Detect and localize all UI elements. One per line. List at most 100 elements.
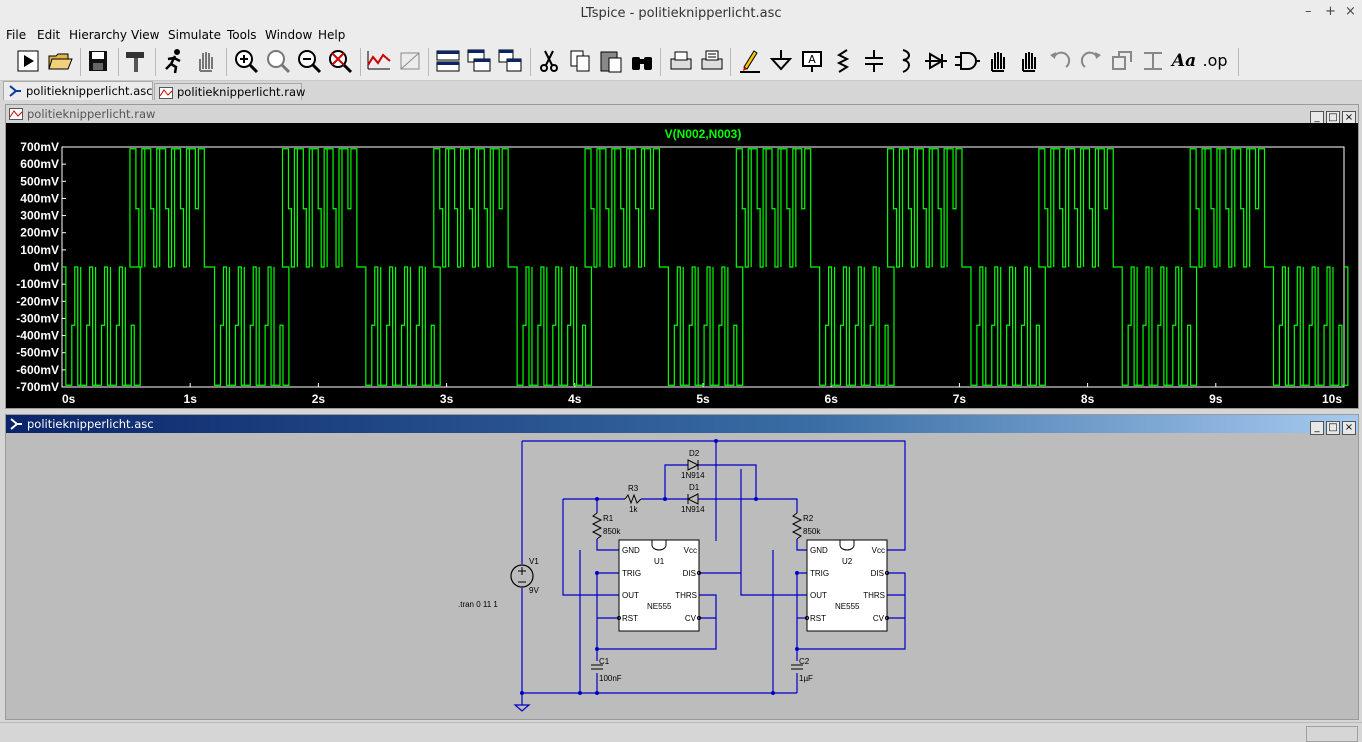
hammer-icon[interactable] xyxy=(122,47,150,75)
menu-edit[interactable]: Edit xyxy=(37,28,60,42)
x-tick-label: 6s xyxy=(825,392,839,406)
ground-symbol[interactable] xyxy=(513,704,531,712)
schematic-window-title: politieknipperlicht.asc xyxy=(27,417,154,431)
y-tick-label: 200mV xyxy=(20,226,59,240)
cascade-icon[interactable] xyxy=(465,47,493,75)
schematic-canvas[interactable]: V1 9V R1 850k R2 850k R3 1k D1 1N914 D2 … xyxy=(6,433,1358,719)
u1-pin-dis: DIS xyxy=(683,569,696,578)
paste-icon[interactable] xyxy=(597,47,625,75)
pan-hand-icon[interactable] xyxy=(192,47,220,75)
close-icon[interactable]: × xyxy=(1345,4,1356,19)
ground-icon[interactable] xyxy=(767,47,795,75)
menu-simulate[interactable]: Simulate xyxy=(168,28,221,42)
measure-icon[interactable] xyxy=(396,47,424,75)
schematic-icon xyxy=(9,85,21,97)
u2-pin-thrs: THRS xyxy=(863,591,885,600)
resistor-r2[interactable] xyxy=(791,512,803,540)
minimize-icon[interactable]: – xyxy=(1305,4,1312,19)
diode-d2[interactable] xyxy=(687,459,700,471)
u1-pin-gnd: GND xyxy=(622,546,640,555)
r3-value: 1k xyxy=(629,505,638,514)
move-icon[interactable] xyxy=(984,47,1012,75)
schematic-window[interactable]: politieknipperlicht.asc _ □ × V1 9V R1 8… xyxy=(5,414,1359,720)
status-cell xyxy=(1306,726,1358,742)
spice-directive[interactable]: .tran 0 11 1 xyxy=(458,600,498,609)
d2-name: D2 xyxy=(689,449,700,458)
x-tick-label: 8s xyxy=(1081,392,1095,406)
x-tick-label: 3s xyxy=(440,392,454,406)
undo-icon[interactable] xyxy=(1046,47,1074,75)
open-icon[interactable] xyxy=(46,47,74,75)
zoom-cancel-icon[interactable] xyxy=(326,47,354,75)
rotate-icon[interactable] xyxy=(1108,47,1136,75)
run-icon[interactable] xyxy=(14,47,42,75)
print-icon[interactable] xyxy=(698,47,726,75)
run-man-icon[interactable] xyxy=(160,47,188,75)
x-tick-label: 10s xyxy=(1322,392,1342,406)
c1-name: C1 xyxy=(599,657,610,666)
resistor-r3[interactable] xyxy=(624,493,642,505)
tab-schematic[interactable]: politieknipperlicht.asc xyxy=(3,81,153,100)
u1-pin-rst: RST xyxy=(622,614,638,623)
component-icon[interactable] xyxy=(953,47,981,75)
zoom-in-icon[interactable] xyxy=(232,47,260,75)
copy-icon[interactable] xyxy=(566,47,594,75)
tile-horizontal-icon[interactable] xyxy=(434,47,462,75)
status-bar xyxy=(0,722,1362,742)
print-setup-icon[interactable] xyxy=(667,47,695,75)
trace-name[interactable]: V(N002,N003) xyxy=(665,127,742,141)
diode-d1[interactable] xyxy=(686,493,699,505)
c1-value: 100nF xyxy=(599,674,622,683)
menu-hierarchy[interactable]: Hierarchy xyxy=(69,28,127,42)
resistor-r1[interactable] xyxy=(591,512,603,540)
v1-value: 9V xyxy=(529,586,539,595)
pencil-wire-icon[interactable] xyxy=(736,47,764,75)
tab-waveform[interactable]: politieknipperlicht.raw xyxy=(154,83,305,100)
zoom-out-icon[interactable] xyxy=(295,47,323,75)
x-tick-label: 7s xyxy=(953,392,967,406)
u1-value: NE555 xyxy=(647,602,672,611)
mirror-icon[interactable] xyxy=(1139,47,1167,75)
menu-file[interactable]: File xyxy=(6,28,26,42)
waveform-plot[interactable]: V(N002,N003) 700mV 600mV 500mV 400mV 300mV 20… xyxy=(6,123,1358,408)
svg-text:A: A xyxy=(808,53,816,66)
menu-window[interactable]: Window xyxy=(265,28,312,42)
waveform-icon xyxy=(9,108,23,120)
autorange-icon[interactable] xyxy=(365,47,393,75)
zoom-area-icon[interactable] xyxy=(264,47,292,75)
cut-icon[interactable] xyxy=(535,47,563,75)
save-icon[interactable] xyxy=(84,47,112,75)
diode-icon[interactable] xyxy=(922,47,950,75)
c2-name: C2 xyxy=(799,657,810,666)
waveform-window[interactable]: politieknipperlicht.raw _ □ × V(N002,N003)… xyxy=(5,104,1359,409)
capacitor-icon[interactable] xyxy=(860,47,888,75)
u2-pin-cv: CV xyxy=(873,614,885,623)
find-icon[interactable] xyxy=(628,47,656,75)
y-tick-label: -600mV xyxy=(16,363,59,377)
drag-icon[interactable] xyxy=(1015,47,1043,75)
u2-pin-out: OUT xyxy=(810,591,827,600)
toolbar: A Aa .op xyxy=(0,44,1362,81)
y-tick-label: 300mV xyxy=(20,209,59,223)
label-icon[interactable]: A xyxy=(798,47,826,75)
y-tick-label: 600mV xyxy=(20,157,59,171)
window-title: LTspice - politieknipperlicht.asc xyxy=(580,6,782,21)
inductor-icon[interactable] xyxy=(891,47,919,75)
maximize-icon[interactable]: + xyxy=(1325,4,1336,19)
menu-view[interactable]: View xyxy=(131,28,159,42)
voltage-source-v1[interactable] xyxy=(510,564,534,588)
u2-pin-gnd: GND xyxy=(810,546,828,555)
y-tick-label: -400mV xyxy=(16,329,59,343)
v1-name: V1 xyxy=(529,557,539,566)
redo-icon[interactable] xyxy=(1077,47,1105,75)
x-tick-label: 0s xyxy=(62,392,76,406)
menu-tools[interactable]: Tools xyxy=(227,28,257,42)
text-icon[interactable]: Aa xyxy=(1170,47,1198,75)
y-tick-label: -300mV xyxy=(16,311,59,325)
y-tick-label: 700mV xyxy=(20,140,59,154)
tile-vertical-icon[interactable] xyxy=(496,47,524,75)
spice-directive-icon[interactable]: .op xyxy=(1201,47,1229,75)
r3-name: R3 xyxy=(628,484,639,493)
resistor-icon[interactable] xyxy=(829,47,857,75)
menu-help[interactable]: Help xyxy=(318,28,345,42)
